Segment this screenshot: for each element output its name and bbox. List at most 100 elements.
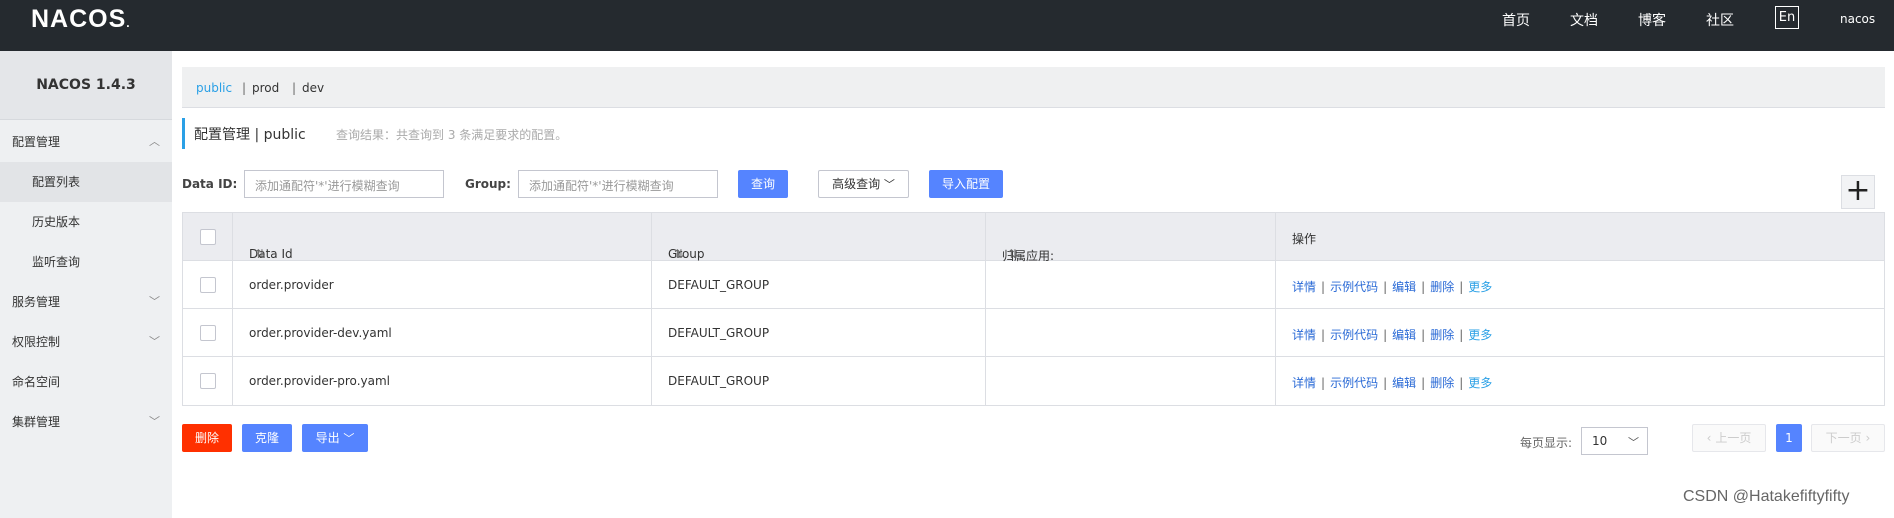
op-separator: | — [1321, 328, 1326, 342]
language-toggle[interactable]: En — [1775, 6, 1799, 29]
chevron-right-icon: › — [1865, 431, 1871, 445]
table-row: order.provider DEFAULT_GROUP 详情 | 示例代码 | 编辑 |… — [183, 261, 1884, 309]
chevron-down-icon: ﹀ — [149, 415, 160, 428]
sidebar-item-listener-query[interactable]: 监听查询 — [0, 242, 172, 282]
row-checkbox[interactable] — [200, 373, 216, 389]
sort-icon[interactable]: ⇅ — [255, 247, 265, 261]
cell-group: DEFAULT_GROUP — [652, 357, 986, 405]
chevron-down-icon: ﹀ — [149, 335, 160, 348]
sidebar-item-cluster-management[interactable]: 集群管理 ﹀ — [0, 402, 172, 442]
page-title-bar: 配置管理 | public 查询结果：共查询到 3 条满足要求的配置。 — [182, 118, 782, 149]
current-page-button[interactable]: 1 — [1776, 424, 1802, 452]
op-detail-link[interactable]: 详情 — [1292, 280, 1316, 294]
sidebar-item-access-control[interactable]: 权限控制 ﹀ — [0, 322, 172, 362]
sidebar-item-config-management[interactable]: 配置管理 ︿ — [0, 122, 172, 162]
page-size-value: 10 — [1592, 434, 1608, 448]
sidebar-item-service-management[interactable]: 服务管理 ﹀ — [0, 282, 172, 322]
op-detail-link[interactable]: 详情 — [1292, 328, 1316, 342]
nacos-logo[interactable]: NACOS. — [31, 5, 131, 34]
export-label: 导出 — [315, 431, 340, 445]
header-dataid[interactable]: Data Id ⇅ — [233, 213, 652, 261]
chevron-down-icon: ﹀ — [149, 295, 160, 308]
dataid-label: Data ID: — [182, 177, 238, 191]
add-config-button[interactable]: + — [1841, 175, 1875, 209]
nav-community[interactable]: 社区 — [1706, 10, 1734, 30]
dataid-input[interactable]: 添加通配符'*'进行模糊查询 — [244, 170, 444, 198]
select-all-checkbox[interactable] — [200, 229, 216, 245]
table-row: order.provider-dev.yaml DEFAULT_GROUP 详情… — [183, 309, 1884, 357]
table-row: order.provider-pro.yaml DEFAULT_GROUP 详情… — [183, 357, 1884, 405]
next-page-button[interactable]: 下一页 › — [1811, 424, 1885, 452]
sidebar-item-history[interactable]: 历史版本 — [0, 202, 172, 242]
sidebar-item-label: 命名空间 — [12, 375, 61, 389]
sidebar: NACOS 1.4.3 配置管理 ︿ 配置列表 历史版本 监听查询 服务管理 ﹀… — [0, 51, 172, 518]
sidebar-item-label: 配置列表 — [32, 175, 81, 189]
cell-group: DEFAULT_GROUP — [652, 261, 986, 308]
dataid-value: order.provider-dev.yaml — [249, 326, 392, 340]
nav-docs[interactable]: 文档 — [1570, 10, 1598, 30]
header-app[interactable]: 归属应用: ⇅ — [986, 213, 1276, 263]
advanced-query-button[interactable]: 高级查询 ﹀ — [818, 170, 909, 198]
namespace-public[interactable]: public — [196, 81, 232, 95]
header-label: 操作 — [1292, 232, 1317, 246]
op-sample-code-link[interactable]: 示例代码 — [1330, 376, 1378, 390]
op-more-link[interactable]: 更多 — [1468, 280, 1492, 294]
page-size-select[interactable]: 10 ﹀ — [1581, 427, 1648, 455]
namespace-dev[interactable]: dev — [302, 81, 324, 95]
op-separator: | — [1421, 376, 1426, 390]
op-delete-link[interactable]: 删除 — [1430, 280, 1454, 294]
prev-page-button[interactable]: ‹ 上一页 — [1692, 424, 1766, 452]
op-separator: | — [1459, 328, 1464, 342]
namespace-separator: | — [242, 81, 247, 95]
sort-icon[interactable]: ⇅ — [674, 247, 684, 261]
row-checkbox[interactable] — [200, 325, 216, 341]
op-separator: | — [1321, 376, 1326, 390]
cell-operations: 详情 | 示例代码 | 编辑 | 删除 | 更多 — [1276, 261, 1886, 308]
query-button[interactable]: 查询 — [738, 170, 788, 198]
op-delete-link[interactable]: 删除 — [1430, 376, 1454, 390]
cell-dataid: order.provider-dev.yaml — [233, 309, 652, 356]
row-checkbox-cell — [183, 261, 233, 308]
namespace-prod[interactable]: prod — [252, 81, 279, 95]
table-header-row: Data Id ⇅ Group ⇅ 归属应用: ⇅ 操作 — [183, 213, 1884, 263]
sort-icon[interactable]: ⇅ — [1008, 247, 1018, 261]
nav-blog[interactable]: 博客 — [1638, 10, 1666, 30]
op-edit-link[interactable]: 编辑 — [1392, 280, 1416, 294]
sidebar-item-config-list[interactable]: 配置列表 — [0, 162, 172, 202]
op-edit-link[interactable]: 编辑 — [1392, 376, 1416, 390]
sidebar-item-label: 监听查询 — [32, 255, 81, 269]
row-checkbox[interactable] — [200, 277, 216, 293]
cell-operations: 详情 | 示例代码 | 编辑 | 删除 | 更多 — [1276, 309, 1886, 356]
user-name[interactable]: nacos — [1840, 12, 1875, 26]
cell-app — [986, 261, 1276, 308]
op-separator: | — [1459, 280, 1464, 294]
sidebar-item-label: 权限控制 — [12, 335, 61, 349]
header-group[interactable]: Group ⇅ — [652, 213, 986, 261]
op-more-link[interactable]: 更多 — [1468, 376, 1492, 390]
group-input[interactable]: 添加通配符'*'进行模糊查询 — [518, 170, 718, 198]
op-more-link[interactable]: 更多 — [1468, 328, 1492, 342]
batch-delete-button[interactable]: 删除 — [182, 424, 232, 452]
sidebar-item-label: 集群管理 — [12, 415, 61, 429]
op-separator: | — [1421, 328, 1426, 342]
group-label: Group: — [465, 177, 511, 191]
import-config-button[interactable]: 导入配置 — [929, 170, 1003, 198]
logo-text: NACOS — [31, 5, 127, 33]
op-delete-link[interactable]: 删除 — [1430, 328, 1454, 342]
op-separator: | — [1383, 280, 1388, 294]
sidebar-item-label: 服务管理 — [12, 295, 61, 309]
clone-button[interactable]: 克隆 — [242, 424, 292, 452]
op-sample-code-link[interactable]: 示例代码 — [1330, 328, 1378, 342]
op-sample-code-link[interactable]: 示例代码 — [1330, 280, 1378, 294]
chevron-down-icon: ﹀ — [883, 178, 895, 191]
op-separator: | — [1383, 328, 1388, 342]
sidebar-item-namespace[interactable]: 命名空间 — [0, 362, 172, 402]
chevron-up-icon: ︿ — [149, 135, 160, 148]
export-button[interactable]: 导出 ﹀ — [302, 424, 368, 452]
cell-operations: 详情 | 示例代码 | 编辑 | 删除 | 更多 — [1276, 357, 1886, 405]
chevron-left-icon: ‹ — [1706, 431, 1712, 445]
nav-home[interactable]: 首页 — [1502, 10, 1530, 30]
op-detail-link[interactable]: 详情 — [1292, 376, 1316, 390]
op-separator: | — [1459, 376, 1464, 390]
op-edit-link[interactable]: 编辑 — [1392, 328, 1416, 342]
